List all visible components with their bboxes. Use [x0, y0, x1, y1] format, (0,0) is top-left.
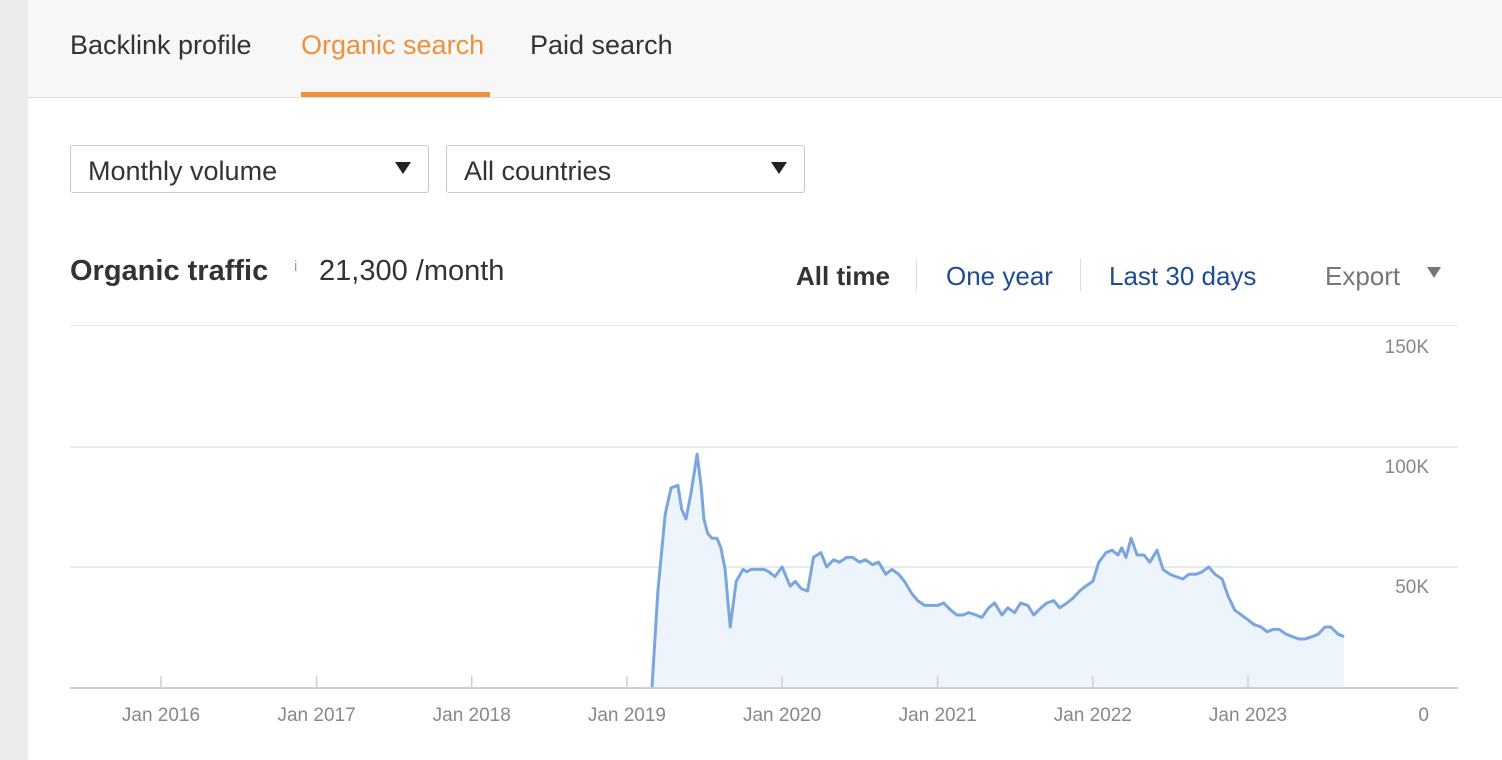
x-tick-label: Jan 2023 [1209, 705, 1287, 726]
x-tick-label: Jan 2017 [277, 705, 355, 726]
x-tick-label: Jan 2016 [122, 705, 200, 726]
x-tick-label: Jan 2022 [1054, 705, 1132, 726]
y-tick-label: 100K [1385, 457, 1430, 478]
y-tick-label: 50K [1395, 577, 1429, 598]
traffic-chart: 0 50K 100K 150K Jan 2016 Jan 2017 Jan 2018 Jan … [70, 337, 1458, 726]
x-tick-label: Jan 2020 [743, 705, 821, 726]
x-tick-label: Jan 2019 [588, 705, 666, 726]
page: Backlink profile Organic search Paid sea… [28, 0, 1502, 760]
y-tick-label: 0 [1418, 705, 1429, 726]
x-tick-label: Jan 2021 [899, 705, 977, 726]
y-tick-label: 150K [1385, 337, 1430, 358]
x-tick-label: Jan 2018 [433, 705, 511, 726]
